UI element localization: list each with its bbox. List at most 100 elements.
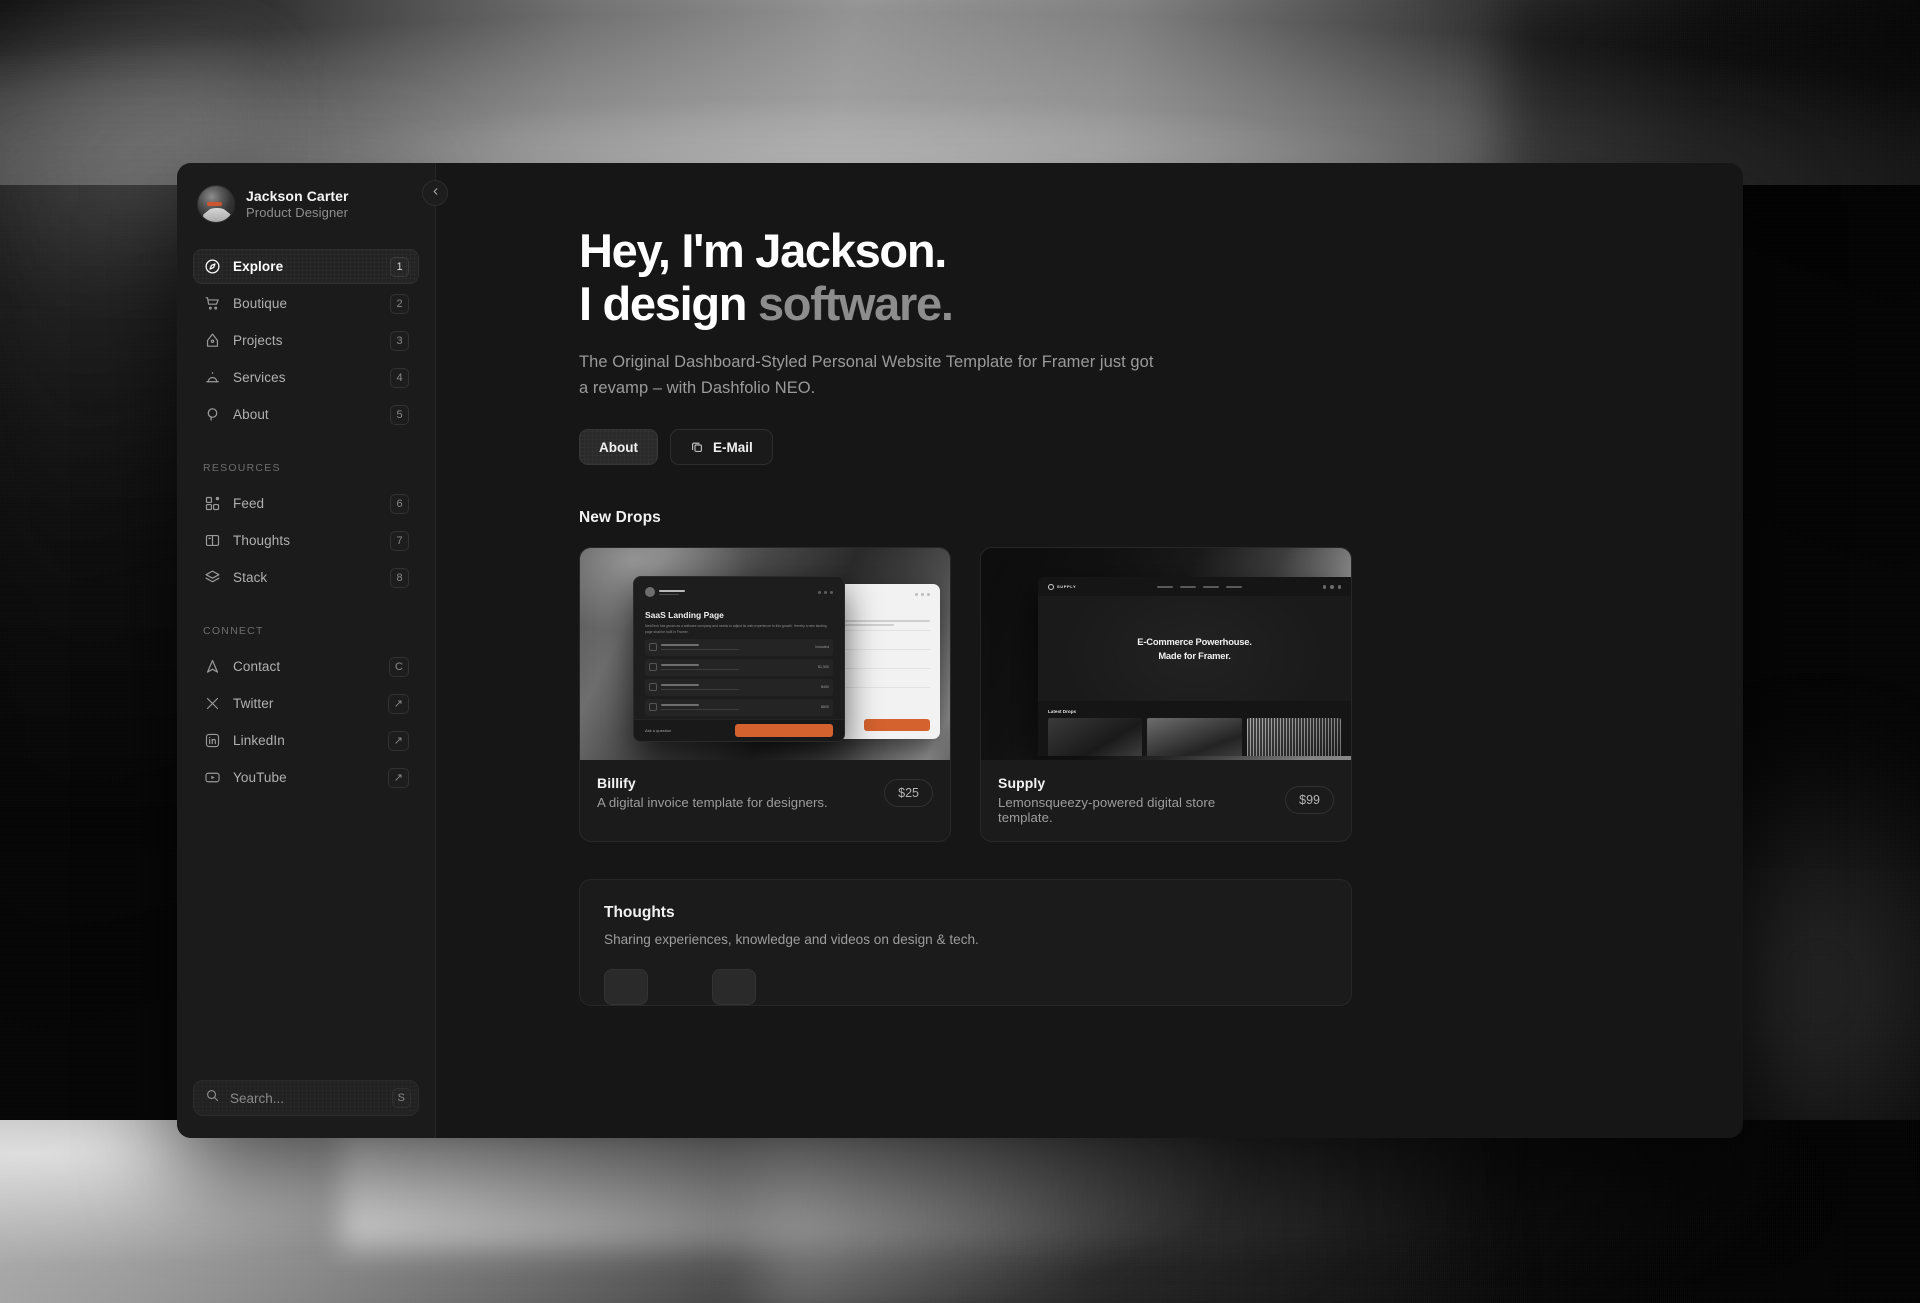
drop-card-supply[interactable]: SUPPLY E-Commerce Powerhouse. Made for F… [980,547,1352,842]
mock-line-item: $1,500 [645,659,833,676]
search-placeholder: Search... [230,1091,382,1106]
sidebar-item-label: Feed [233,496,378,511]
hero-subtitle: The Original Dashboard-Styled Personal W… [579,350,1159,401]
drop-card-title: Supply [998,775,1273,791]
copy-icon [690,440,704,454]
sidebar-item-external-badge: ↗ [388,731,409,751]
compass-icon [204,258,221,275]
mock-social-icons [1323,585,1342,589]
sidebar-item-badge: 6 [390,494,409,514]
mock-navbar: SUPPLY [1038,577,1351,596]
hero-line-2-strong: I design [579,277,758,330]
sidebar-item-external-badge: ↗ [388,694,409,714]
about-button[interactable]: About [579,429,658,465]
mock-social-dots [818,591,833,594]
sidebar-section-resources: RESOURCES [193,462,419,474]
sidebar-item-twitter[interactable]: Twitter ↗ [193,686,419,721]
book-open-icon [204,532,221,549]
drop-card-description: A digital invoice template for designers… [597,795,872,810]
chevron-left-icon [430,184,441,202]
mock-invoice-dark: SaaS Landing Page NewTech has grown as a… [633,576,845,742]
mock-footer: Ask a question [634,719,844,741]
sidebar-item-explore[interactable]: Explore 1 [193,249,419,284]
mock-line-item: $600 [645,699,833,716]
mock-header [645,587,833,597]
profile-name: Jackson Carter [246,188,349,204]
mock-nav-links [1157,586,1242,588]
drop-card-thumbnail: SUPPLY E-Commerce Powerhouse. Made for F… [981,548,1351,760]
drop-card-thumbnail: SaaS Landing Page [580,548,950,760]
mock-invoice-dark-title: SaaS Landing Page [645,610,833,620]
youtube-icon [204,769,221,786]
mock-hero: E-Commerce Powerhouse. Made for Framer. [1038,596,1351,701]
email-button[interactable]: E-Mail [670,429,773,465]
thoughts-subtitle: Sharing experiences, knowledge and video… [604,932,1327,947]
mock-line-item-price: Included [815,645,829,649]
sidebar-item-services[interactable]: Services 4 [193,360,419,395]
hero-line-2: I design software. [579,278,1743,331]
mock-hero-line-1: E-Commerce Powerhouse. [1137,636,1251,647]
sidebar-item-label: Stack [233,570,378,585]
twitter-x-icon [204,695,221,712]
sidebar-item-contact[interactable]: Contact C [193,649,419,684]
pen-nib-icon [204,332,221,349]
mock-brand [659,590,685,596]
mock-hero-line-2: Made for Framer. [1158,650,1230,661]
sidebar-item-badge: 1 [390,257,409,277]
drop-card-description: Lemonsqueezy-powered digital store templ… [998,795,1273,825]
sidebar-item-label: Services [233,370,378,385]
profile-block[interactable]: Jackson Carter Product Designer [193,183,419,223]
sidebar-item-badge: 4 [390,368,409,388]
list-item[interactable] [604,969,648,1005]
sidebar-item-about[interactable]: About 5 [193,397,419,432]
sidebar-section-connect: CONNECT [193,625,419,637]
drop-card-price: $25 [884,779,933,807]
hero-actions: About E-Mail [579,429,1743,465]
thoughts-panel[interactable]: Thoughts Sharing experiences, knowledge … [579,879,1352,1006]
thoughts-items [604,969,1327,1005]
sidebar-collapse-button[interactable] [422,180,448,206]
about-button-label: About [599,440,638,455]
sidebar-item-stack[interactable]: Stack 8 [193,560,419,595]
thoughts-title: Thoughts [604,904,1327,922]
sidebar-item-feed[interactable]: Feed 6 [193,486,419,521]
sidebar-item-label: Explore [233,259,378,274]
hero-line-2-muted: software. [758,277,953,330]
mock-supply-site: SUPPLY E-Commerce Powerhouse. Made for F… [1038,577,1351,756]
sidebar-resources-nav: Feed 6 Thoughts 7 Stack 8 [193,486,419,595]
sidebar-item-badge: 7 [390,531,409,551]
sidebar-item-linkedin[interactable]: LinkedIn ↗ [193,723,419,758]
drop-card-billify[interactable]: SaaS Landing Page [579,547,951,842]
cart-icon [204,295,221,312]
sidebar-item-boutique[interactable]: Boutique 2 [193,286,419,321]
linkedin-icon [204,732,221,749]
sidebar-item-label: Twitter [233,696,376,711]
mock-product-tile [1048,718,1142,756]
mock-brand-name: SUPPLY [1057,584,1076,589]
sidebar-item-projects[interactable]: Projects 3 [193,323,419,358]
sidebar-item-label: LinkedIn [233,733,376,748]
sidebar: Jackson Carter Product Designer Explore … [177,163,436,1138]
sidebar-item-label: Contact [233,659,377,674]
email-button-label: E-Mail [713,440,753,455]
mock-footer-link: Ask a question [645,728,671,733]
mock-invoice-dark-body: NewTech has grown as a software company … [645,624,833,636]
sidebar-item-label: YouTube [233,770,376,785]
list-item[interactable] [712,969,756,1005]
sidebar-item-badge: 2 [390,294,409,314]
mock-product-grid [1038,718,1351,756]
thought-thumbnail [712,969,756,1005]
sidebar-item-youtube[interactable]: YouTube ↗ [193,760,419,795]
sidebar-item-thoughts[interactable]: Thoughts 7 [193,523,419,558]
mock-cta-button [864,719,930,731]
sidebar-item-label: Boutique [233,296,378,311]
sidebar-connect-nav: Contact C Twitter ↗ LinkedIn ↗ [193,649,419,795]
search-input[interactable]: Search... S [193,1080,419,1116]
thought-thumbnail [604,969,648,1005]
sidebar-primary-nav: Explore 1 Boutique 2 Projects 3 [193,249,419,432]
mock-avatar [645,587,655,597]
drop-card-title: Billify [597,775,872,791]
sidebar-item-badge: 3 [390,331,409,351]
mock-brand-logo: SUPPLY [1048,584,1076,590]
avatar [197,185,235,223]
